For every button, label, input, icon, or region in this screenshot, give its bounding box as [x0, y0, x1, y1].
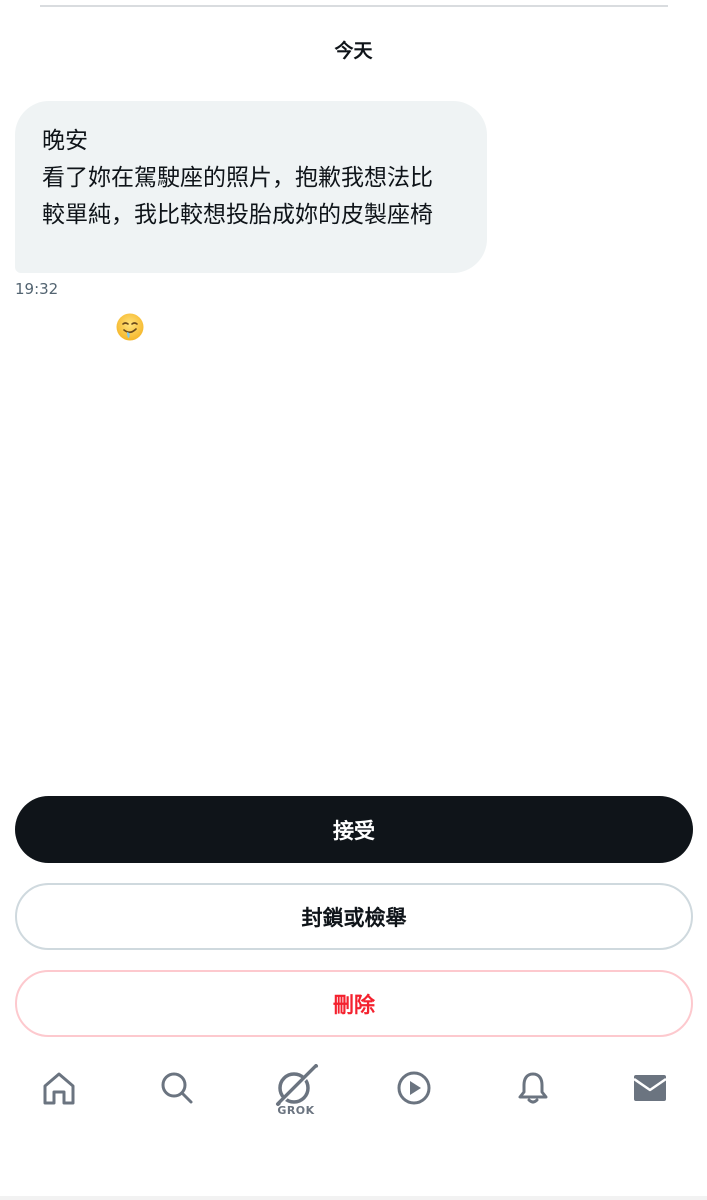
- message-timestamp: 19:32: [15, 280, 59, 298]
- block-or-report-button[interactable]: 封鎖或檢舉: [15, 883, 693, 950]
- accept-button[interactable]: 接受: [15, 796, 693, 863]
- tab-notifications[interactable]: [503, 1070, 563, 1140]
- message-line: 較單純，我比較想投胎成妳的皮製座椅: [42, 202, 433, 228]
- tab-home[interactable]: [29, 1070, 89, 1140]
- tab-grok-label: GROK: [277, 1104, 315, 1117]
- bottom-edge: [0, 1196, 707, 1200]
- delete-button[interactable]: 刪除: [15, 970, 693, 1037]
- message-bubble: 晚安 看了妳在駕駛座的照片，抱歉我想法比 較單純，我比較想投胎成妳的皮製座椅: [15, 101, 487, 340]
- message-line: 看了妳在駕駛座的照片，抱歉我想法比: [42, 165, 433, 191]
- grok-icon: [276, 1064, 318, 1106]
- message-line: 晚安: [42, 128, 88, 154]
- date-separator: 今天: [334, 40, 373, 62]
- bottom-tab-bar: GROK: [0, 1060, 707, 1150]
- tab-grok[interactable]: GROK: [266, 1064, 326, 1134]
- tab-messages[interactable]: [620, 1070, 680, 1140]
- bell-icon: [518, 1072, 548, 1104]
- top-divider: [40, 5, 668, 7]
- tab-video[interactable]: [384, 1070, 444, 1140]
- search-icon: [161, 1072, 193, 1104]
- drooling-face-emoji-icon: [71, 275, 144, 340]
- mail-icon: [633, 1075, 667, 1101]
- tab-search[interactable]: [147, 1070, 207, 1140]
- play-icon: [397, 1071, 431, 1105]
- home-icon: [43, 1072, 75, 1105]
